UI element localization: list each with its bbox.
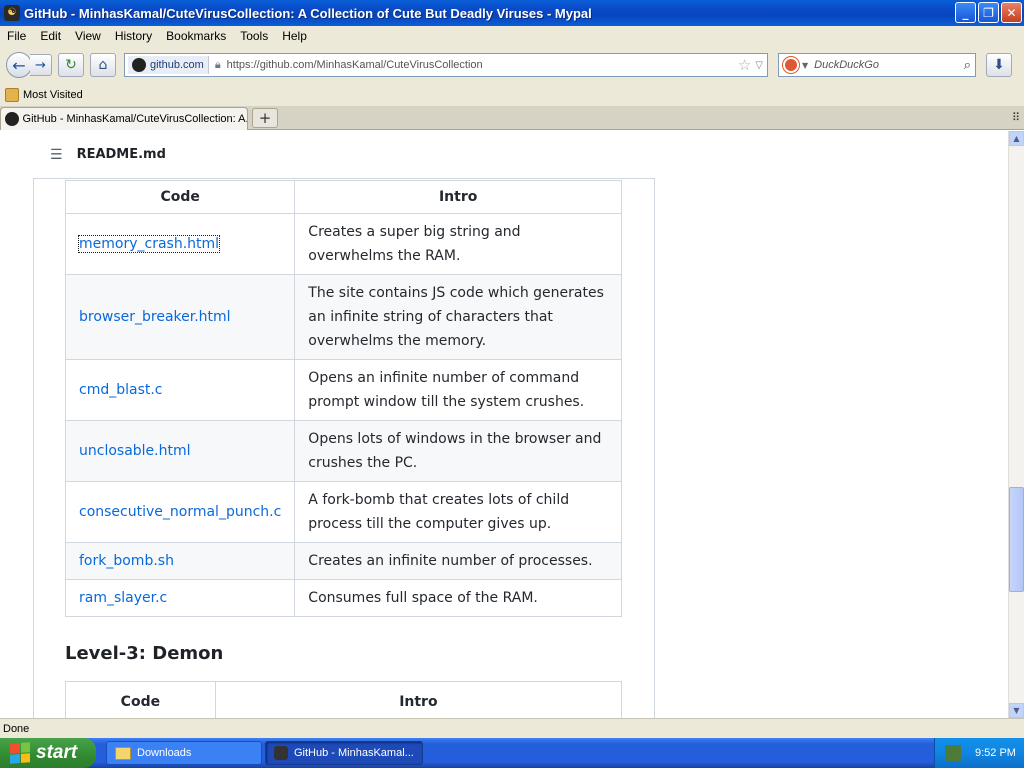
menu-bar: File Edit View History Bookmarks Tools H… — [0, 26, 1024, 46]
table-row: cmd_blast.c Opens an infinite number of … — [64, 359, 622, 421]
forward-arrow-icon: → — [35, 57, 46, 73]
table-row: fork_bomb.sh Creates an infinite number … — [64, 542, 622, 580]
table-row: ram_slayer.c Consumes full space of the … — [64, 579, 622, 617]
file-link[interactable]: cmd_blast.c — [79, 382, 163, 398]
bookmark-most-visited[interactable]: Most Visited — [23, 89, 83, 101]
tab-title: GitHub - MinhasKamal/CuteVirusCollection… — [22, 113, 247, 125]
tab-github[interactable]: GitHub - MinhasKamal/CuteVirusCollection… — [0, 107, 248, 130]
menu-bookmarks[interactable]: Bookmarks — [159, 29, 233, 43]
scroll-up-arrow-icon[interactable]: ▲ — [1009, 131, 1024, 146]
mypal-app-icon: ☯ — [4, 5, 20, 21]
minimize-button[interactable]: _ — [955, 2, 976, 23]
menu-tools[interactable]: Tools — [233, 29, 275, 43]
window-titlebar[interactable]: ☯ GitHub - MinhasKamal/CuteVirusCollecti… — [0, 0, 1024, 26]
lock-icon: 🔒︎ — [214, 58, 221, 71]
start-label: start — [36, 742, 78, 763]
menu-history[interactable]: History — [108, 29, 159, 43]
file-link[interactable]: consecutive_normal_punch.c — [79, 504, 281, 520]
taskbar-item-downloads[interactable]: Downloads — [106, 741, 262, 765]
file-link[interactable]: fork_bomb.sh — [79, 553, 174, 569]
search-input[interactable]: DuckDuckGo — [814, 59, 964, 71]
windows-logo-icon — [10, 742, 30, 764]
back-arrow-icon: ← — [12, 55, 26, 75]
intro-cell: Creates a super big string and overwhelm… — [294, 213, 622, 275]
intro-cell: A fork-bomb that creates lots of child p… — [294, 481, 622, 543]
vertical-scrollbar[interactable]: ▲ ▼ — [1008, 131, 1024, 718]
table-row: browser_breaker.html The site contains J… — [64, 274, 622, 360]
taskbar-item-label: Downloads — [137, 747, 192, 759]
bookmarks-toolbar: Most Visited — [0, 84, 1024, 106]
reload-icon: ↻ — [65, 57, 77, 73]
intro-cell: Creates an infinite number of processes. — [294, 542, 622, 580]
url-bar[interactable]: github.com 🔒︎ https://github.com/MinhasK… — [124, 53, 768, 77]
tab-bar: GitHub - MinhasKamal/CuteVirusCollection… — [0, 106, 1024, 130]
menu-view[interactable]: View — [68, 29, 108, 43]
intro-cell: The site contains JS code which generate… — [294, 274, 622, 360]
github-icon — [132, 58, 146, 72]
url-input[interactable]: https://github.com/MinhasKamal/CuteVirus… — [227, 59, 738, 71]
column-header-code: Code — [64, 180, 296, 214]
search-bar[interactable]: ▼ DuckDuckGo ⌕ — [778, 53, 976, 77]
table-row: memory_crash.html Creates a super big st… — [64, 213, 622, 275]
section-heading-level3: Level-3: Demon — [65, 643, 224, 664]
search-engine-dropdown-icon[interactable]: ▼ — [802, 61, 808, 70]
file-link[interactable]: ram_slayer.c — [79, 590, 167, 606]
column-header-intro: Intro — [294, 180, 622, 214]
clock[interactable]: 9:52 PM — [975, 747, 1016, 759]
close-button[interactable]: ✕ — [1001, 2, 1022, 23]
bookmark-star-icon[interactable]: ☆ — [738, 56, 751, 74]
menu-edit[interactable]: Edit — [33, 29, 68, 43]
site-identity-badge[interactable]: github.com — [128, 56, 209, 74]
table-of-contents-icon[interactable]: ☰ — [50, 147, 63, 163]
readme-header: ☰ README.md — [33, 131, 655, 179]
downloads-button[interactable]: ⬇ — [986, 53, 1012, 77]
forward-button[interactable]: → — [30, 54, 52, 76]
search-magnifier-icon[interactable]: ⌕ — [964, 58, 971, 73]
status-text: Done — [3, 722, 30, 735]
folder-icon — [115, 746, 131, 760]
url-dropdown-icon[interactable]: ▽ — [755, 60, 763, 71]
bookmark-folder-icon — [5, 88, 19, 102]
file-link[interactable]: memory_crash.html — [77, 235, 221, 253]
taskbar-item-label: GitHub - MinhasKamal... — [294, 747, 414, 759]
menu-help[interactable]: Help — [275, 29, 314, 43]
page-content: ☰ README.md Code Intro memory_crash.html… — [0, 131, 1008, 718]
taskbar-item-github[interactable]: GitHub - MinhasKamal... — [265, 741, 423, 765]
download-arrow-icon: ⬇ — [993, 57, 1005, 73]
navigation-toolbar: ← → ↻ ⌂ github.com 🔒︎ https://github.com… — [0, 46, 1024, 84]
scrollbar-thumb[interactable] — [1009, 487, 1024, 592]
back-button[interactable]: ← — [6, 52, 32, 78]
readme-title: README.md — [76, 147, 166, 162]
intro-cell: Opens lots of windows in the browser and… — [294, 420, 622, 482]
system-tray: 9:52 PM — [934, 738, 1024, 768]
github-favicon-icon — [5, 112, 19, 126]
table-row: consecutive_normal_punch.c A fork-bomb t… — [64, 481, 622, 543]
intro-cell: Consumes full space of the RAM. — [294, 579, 622, 617]
new-tab-button[interactable]: + — [252, 108, 278, 128]
scroll-down-arrow-icon[interactable]: ▼ — [1009, 703, 1024, 718]
network-tray-icon[interactable] — [945, 745, 961, 761]
table-row: unclosable.html Opens lots of windows in… — [64, 420, 622, 482]
file-link[interactable]: unclosable.html — [79, 443, 191, 459]
list-all-tabs-icon[interactable]: ⠿ — [1012, 111, 1020, 124]
virus-table-level2: Code Intro memory_crash.html Creates a s… — [64, 180, 622, 617]
windows-taskbar: start Downloads GitHub - MinhasKamal... … — [0, 738, 1024, 768]
start-button[interactable]: start — [0, 738, 96, 768]
virus-table-level3: Code Intro — [65, 681, 623, 718]
column-header-code: Code — [65, 681, 216, 718]
home-icon: ⌂ — [98, 57, 108, 73]
column-header-intro: Intro — [214, 681, 623, 718]
intro-cell: Opens an infinite number of command prom… — [294, 359, 622, 421]
site-identity-label: github.com — [150, 59, 204, 71]
reload-button[interactable]: ↻ — [58, 53, 84, 77]
menu-file[interactable]: File — [0, 29, 33, 43]
window-title: GitHub - MinhasKamal/CuteVirusCollection… — [24, 5, 592, 21]
home-button[interactable]: ⌂ — [90, 53, 116, 77]
duckduckgo-icon[interactable] — [783, 57, 799, 73]
maximize-button[interactable]: ❐ — [978, 2, 999, 23]
file-link[interactable]: browser_breaker.html — [79, 309, 231, 325]
status-bar: Done — [0, 718, 1024, 738]
mypal-taskbar-icon — [274, 746, 288, 760]
